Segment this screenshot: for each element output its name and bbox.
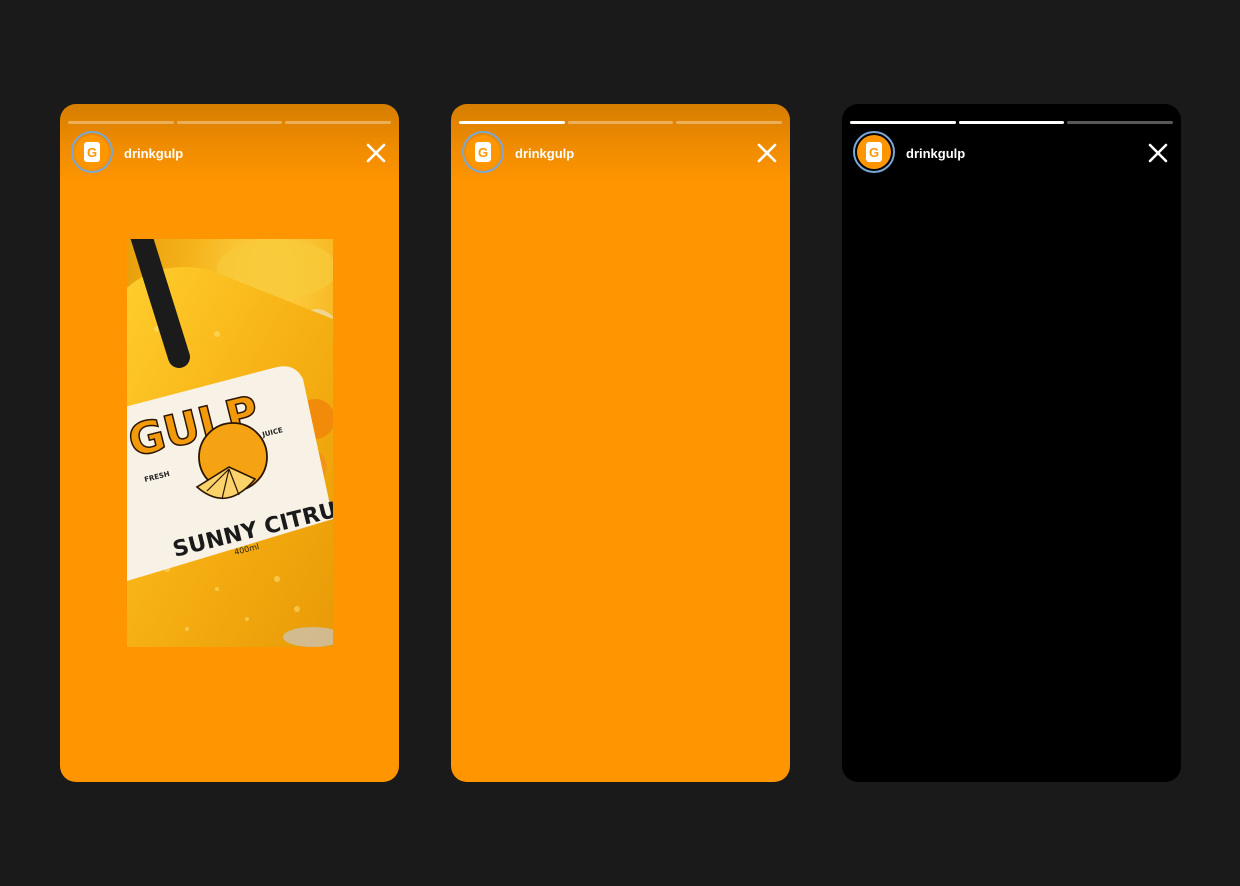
story-header: G drinkgulp <box>451 104 790 184</box>
story-media-photo: GULP FRESH JUICE SUNNY CITRUS 400ml <box>127 239 333 647</box>
story-card-1[interactable]: G drinkgulp GULP FRESH JUICE SUNNY CITRU… <box>60 104 399 782</box>
progress-segment <box>676 121 783 124</box>
story-progress-bar <box>68 121 392 124</box>
username[interactable]: drinkgulp <box>906 146 965 161</box>
avatar[interactable]: G <box>462 131 504 173</box>
progress-segment <box>68 121 174 124</box>
progress-segment <box>459 121 565 124</box>
story-progress-bar <box>459 121 783 124</box>
progress-segment <box>567 121 674 124</box>
progress-segment <box>285 121 392 124</box>
gulp-logo-icon: G <box>84 142 100 162</box>
close-icon[interactable] <box>756 142 778 164</box>
username[interactable]: drinkgulp <box>515 146 574 161</box>
gulp-logo-icon: G <box>866 142 882 162</box>
close-icon[interactable] <box>1147 142 1169 164</box>
progress-segment <box>958 121 1065 124</box>
story-header: G drinkgulp <box>842 104 1181 184</box>
username[interactable]: drinkgulp <box>124 146 183 161</box>
progress-segment <box>176 121 283 124</box>
avatar[interactable]: G <box>853 131 895 173</box>
progress-segment <box>1067 121 1174 124</box>
story-progress-bar <box>850 121 1174 124</box>
story-card-2[interactable]: G drinkgulp <box>451 104 790 782</box>
gulp-logo-icon: G <box>475 142 491 162</box>
story-header: G drinkgulp <box>60 104 399 184</box>
avatar[interactable]: G <box>71 131 113 173</box>
progress-segment <box>850 121 956 124</box>
story-card-3[interactable]: G drinkgulp <box>842 104 1181 782</box>
close-icon[interactable] <box>365 142 387 164</box>
